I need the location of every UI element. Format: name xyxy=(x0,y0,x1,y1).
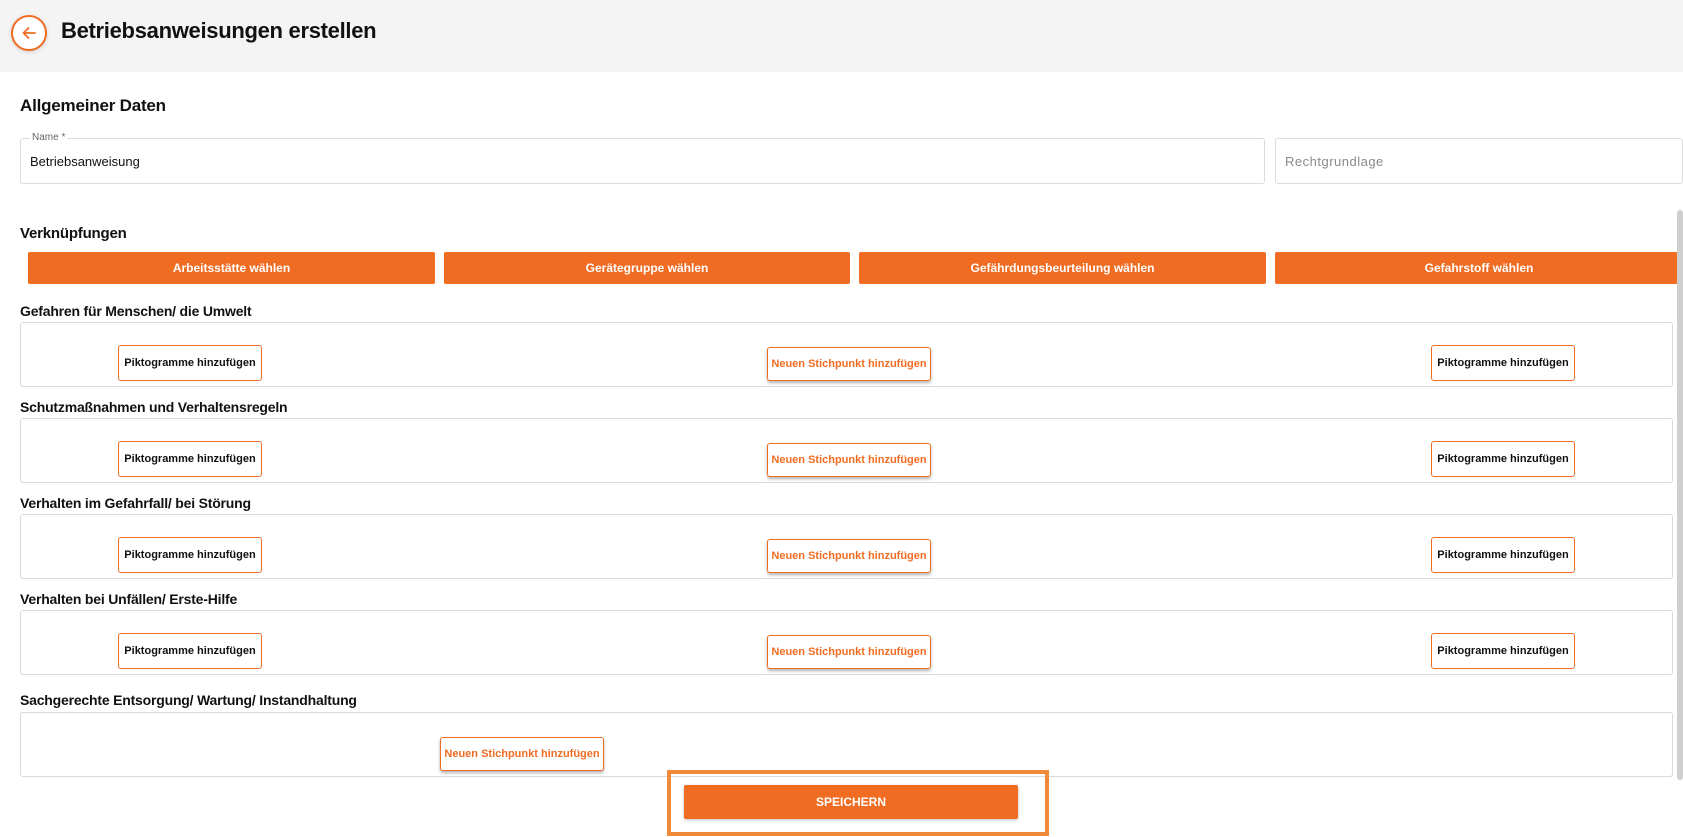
add-pictogram-right-button[interactable]: Piktogramme hinzufügen xyxy=(1431,537,1575,573)
add-pictogram-right-button[interactable]: Piktogramme hinzufügen xyxy=(1431,441,1575,477)
save-button[interactable]: SPEICHERN xyxy=(684,785,1018,819)
name-field[interactable]: Name * xyxy=(20,132,1265,184)
add-bullet-point-button[interactable]: Neuen Stichpunkt hinzufügen xyxy=(440,737,604,771)
page-title: Betriebsanweisungen erstellen xyxy=(61,18,377,43)
add-bullet-point-button[interactable]: Neuen Stichpunkt hinzufügen xyxy=(767,443,931,477)
add-pictogram-right-button[interactable]: Piktogramme hinzufügen xyxy=(1431,633,1575,669)
name-input[interactable] xyxy=(30,139,1255,183)
select-workplace-button[interactable]: Arbeitsstätte wählen xyxy=(28,252,435,284)
section-disposal-box: Neuen Stichpunkt hinzufügen xyxy=(20,712,1673,777)
legal-basis-input[interactable] xyxy=(1285,139,1673,183)
select-risk-assessment-button[interactable]: Gefährdungsbeurteilung wählen xyxy=(859,252,1266,284)
add-bullet-point-button[interactable]: Neuen Stichpunkt hinzufügen xyxy=(767,539,931,573)
section-first-aid-box: Piktogramme hinzufügen Neuen Stichpunkt … xyxy=(20,610,1673,675)
section-hazards-box: Piktogramme hinzufügen Neuen Stichpunkt … xyxy=(20,322,1673,387)
add-pictogram-left-button[interactable]: Piktogramme hinzufügen xyxy=(118,633,262,669)
add-bullet-point-button[interactable]: Neuen Stichpunkt hinzufügen xyxy=(767,635,931,669)
section-emergency-box: Piktogramme hinzufügen Neuen Stichpunkt … xyxy=(20,514,1673,579)
section-disposal-title: Sachgerechte Entsorgung/ Wartung/ Instan… xyxy=(20,692,357,708)
add-pictogram-left-button[interactable]: Piktogramme hinzufügen xyxy=(118,537,262,573)
page-header: Betriebsanweisungen erstellen xyxy=(0,0,1683,72)
links-heading: Verknüpfungen xyxy=(20,225,127,242)
legal-basis-field[interactable] xyxy=(1275,138,1683,184)
scrollbar[interactable] xyxy=(1677,210,1683,780)
arrow-left-icon xyxy=(22,27,36,39)
section-protection-box: Piktogramme hinzufügen Neuen Stichpunkt … xyxy=(20,418,1673,483)
add-pictogram-right-button[interactable]: Piktogramme hinzufügen xyxy=(1431,345,1575,381)
back-button[interactable] xyxy=(11,15,47,51)
select-device-group-button[interactable]: Gerätegruppe wählen xyxy=(444,252,850,284)
add-bullet-point-button[interactable]: Neuen Stichpunkt hinzufügen xyxy=(767,347,931,381)
general-data-heading: Allgemeiner Daten xyxy=(20,96,166,115)
select-hazardous-substance-button[interactable]: Gefahrstoff wählen xyxy=(1275,252,1683,284)
add-pictogram-left-button[interactable]: Piktogramme hinzufügen xyxy=(118,345,262,381)
section-protection-title: Schutzmaßnahmen und Verhaltensregeln xyxy=(20,399,288,415)
section-hazards-title: Gefahren für Menschen/ die Umwelt xyxy=(20,303,252,319)
section-emergency-title: Verhalten im Gefahrfall/ bei Störung xyxy=(20,495,251,511)
section-first-aid-title: Verhalten bei Unfällen/ Erste-Hilfe xyxy=(20,591,238,607)
add-pictogram-left-button[interactable]: Piktogramme hinzufügen xyxy=(118,441,262,477)
